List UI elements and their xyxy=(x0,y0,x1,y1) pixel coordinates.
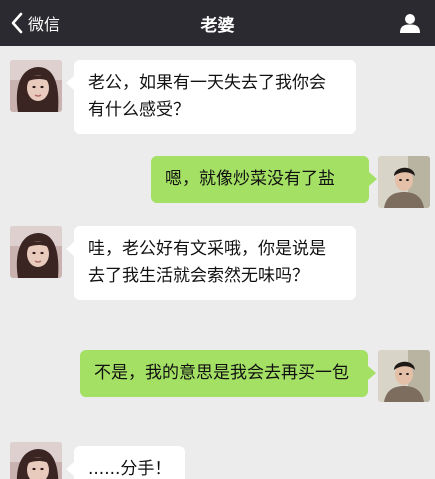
message-text: 老公，如果有一天失去了我你会有什么感受？ xyxy=(88,73,326,120)
my-avatar[interactable] xyxy=(378,350,430,402)
person-icon xyxy=(400,14,420,33)
message-bubble-incoming[interactable]: ......分手！ xyxy=(65,446,186,479)
message-bubble-incoming[interactable]: 哇，老公好有文采哦，你是说是去了我生活就会索然无味吗？ xyxy=(66,226,356,300)
message-text: ......分手！ xyxy=(88,459,172,479)
wife-avatar[interactable] xyxy=(10,442,62,479)
my-avatar[interactable] xyxy=(378,156,430,208)
message-text: 不是，我的意思是我会去再买一包 xyxy=(94,363,349,383)
message-bubble-outgoing[interactable]: 不是，我的意思是我会去再买一包 xyxy=(80,350,376,397)
chat-title: 老婆 xyxy=(200,15,235,36)
message-text: 嗯，就像炒菜没有了盐 xyxy=(165,169,335,189)
profile-button[interactable] xyxy=(399,12,421,34)
nav-bar: 微信 老婆 xyxy=(0,0,435,46)
message-bubble-incoming[interactable]: 老公，如果有一天失去了我你会有什么感受？ xyxy=(66,60,356,134)
wife-avatar[interactable] xyxy=(10,60,62,112)
wife-avatar[interactable] xyxy=(10,226,62,278)
chat-area[interactable]: 老公，如果有一天失去了我你会有什么感受？ 嗯，就像炒菜没有了盐 哇，老公好有文采… xyxy=(0,46,435,479)
message-text: 哇，老公好有文采哦，你是说是去了我生活就会索然无味吗？ xyxy=(88,239,326,286)
message-bubble-outgoing[interactable]: 嗯，就像炒菜没有了盐 xyxy=(151,156,377,203)
